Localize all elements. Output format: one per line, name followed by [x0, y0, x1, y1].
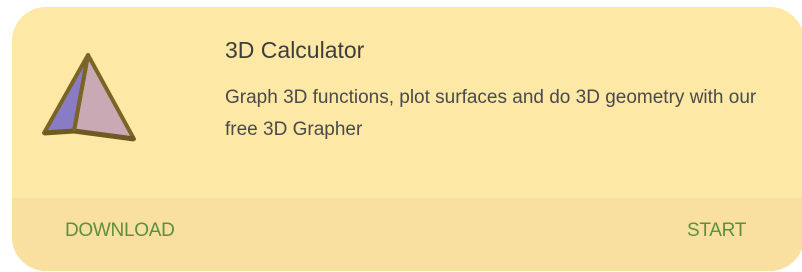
- start-button[interactable]: START: [687, 219, 746, 243]
- app-card-body: 3D Calculator Graph 3D functions, plot s…: [12, 7, 802, 198]
- app-card: 3D Calculator Graph 3D functions, plot s…: [12, 7, 802, 271]
- app-description: Graph 3D functions, plot surfaces and do…: [225, 87, 757, 140]
- card-actions: DOWNLOAD START: [12, 198, 802, 271]
- app-title: 3D Calculator: [225, 37, 365, 63]
- pyramid-icon: [42, 53, 136, 142]
- download-button[interactable]: DOWNLOAD: [65, 219, 175, 243]
